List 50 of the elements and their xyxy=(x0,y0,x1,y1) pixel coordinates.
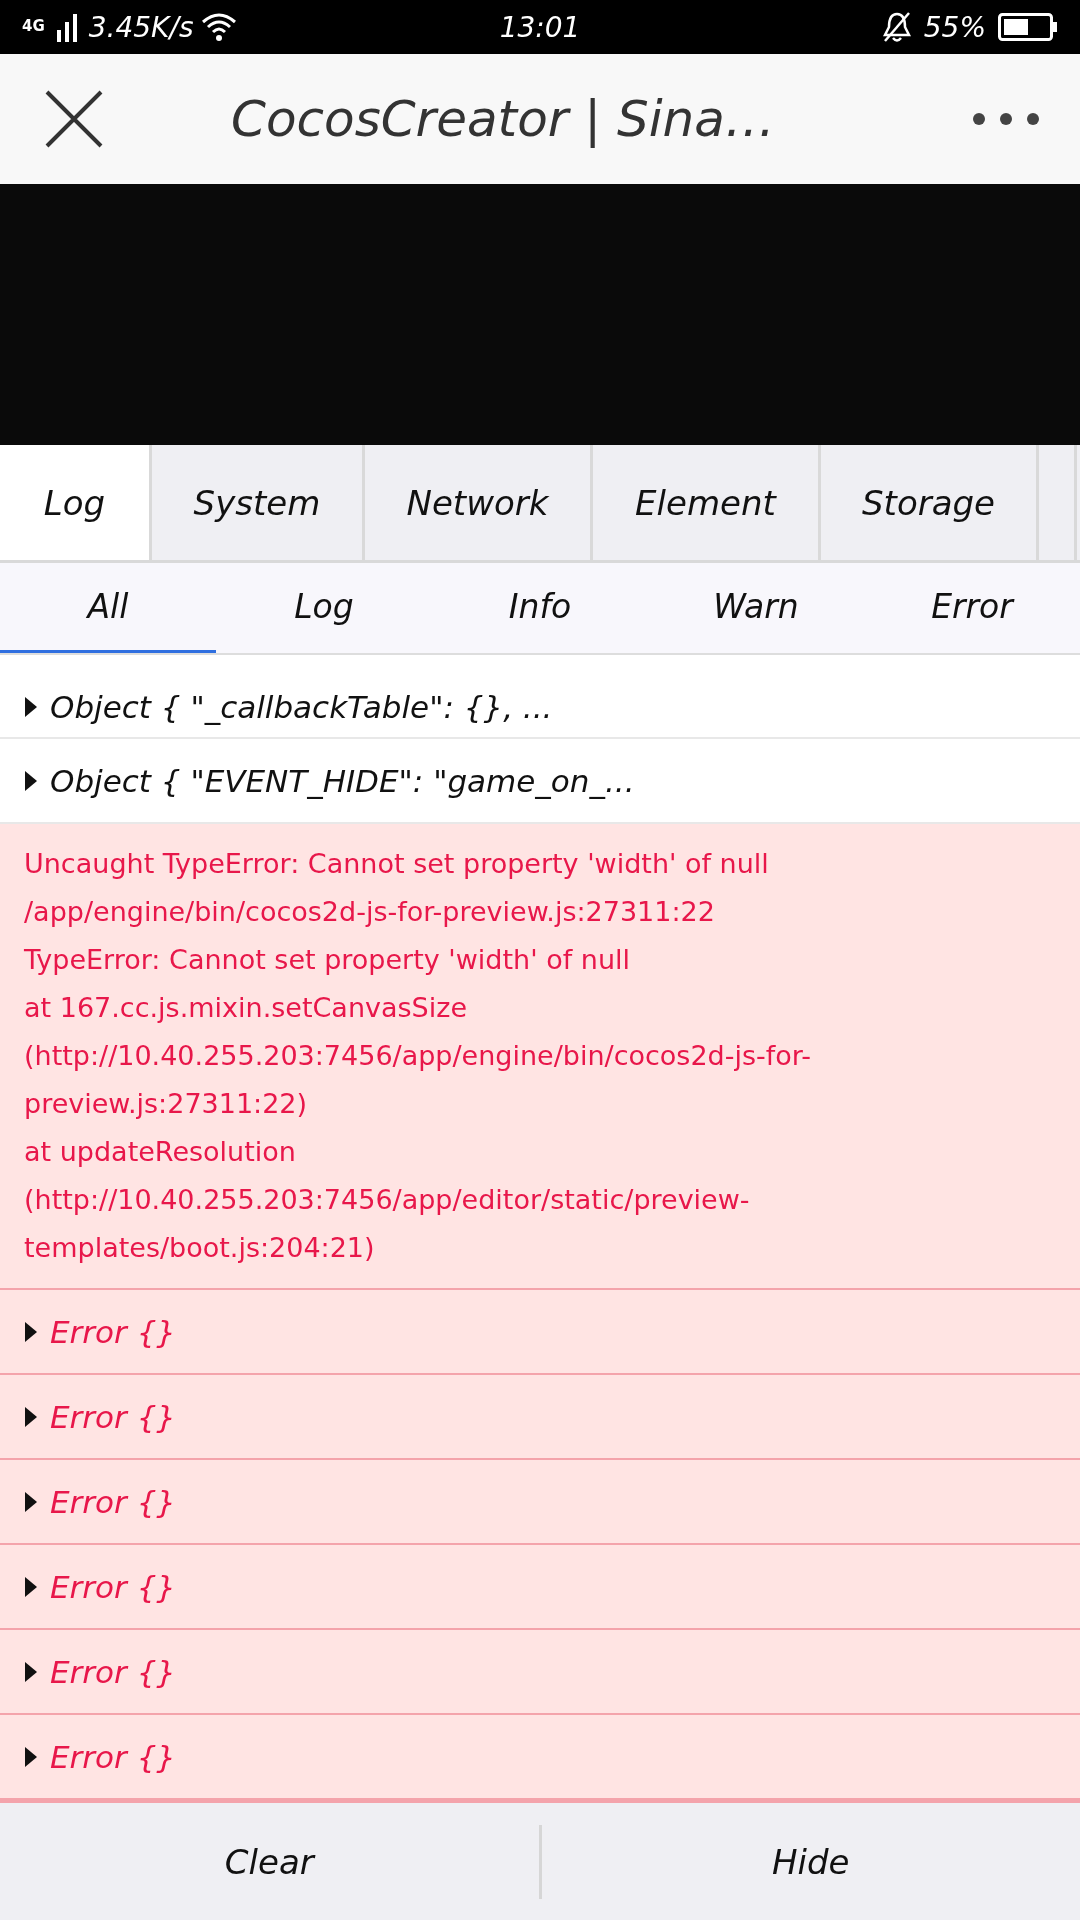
log-text: TypeError: Cannot set property 'width' of null xyxy=(24,943,632,977)
error-entry[interactable]: Error {} xyxy=(0,1630,1080,1715)
caret-icon[interactable] xyxy=(24,1320,38,1343)
log-text: Uncaught TypeError: Cannot set property 'width' of null xyxy=(24,847,770,881)
log-text: /app/engine/bin/cocos2d-js-for-preview.js:27311:22 xyxy=(24,895,716,929)
filter-tab[interactable]: Info xyxy=(432,563,648,653)
log-text: Error {} xyxy=(50,1312,177,1352)
log-text: Object { "EVENT_HIDE": "game_on_... xyxy=(50,761,635,801)
close-icon[interactable] xyxy=(44,89,104,149)
error-entry[interactable]: Error {} xyxy=(0,1375,1080,1460)
page-title: CocosCreator | Sina… xyxy=(230,90,776,148)
wifi-icon xyxy=(201,12,238,42)
more-icon[interactable] xyxy=(972,112,1040,126)
battery-percent: 55% xyxy=(923,10,986,44)
error-entry[interactable]: Error {} xyxy=(0,1290,1080,1375)
filter-tab[interactable]: Warn xyxy=(648,563,864,653)
log-text: Error {} xyxy=(50,1652,177,1692)
log-text: preview.js:27311:22) xyxy=(24,1087,309,1121)
caret-icon[interactable] xyxy=(24,1575,38,1598)
log-text: at 167.cc.js.mixin.setCanvasSize xyxy=(24,991,469,1025)
caret-icon[interactable] xyxy=(24,1490,38,1513)
filter-tab[interactable]: Log xyxy=(216,563,432,653)
filter-tab[interactable]: Error xyxy=(864,563,1080,653)
footer-button[interactable]: Hide xyxy=(541,1803,1080,1920)
network-type: 4G xyxy=(22,16,45,35)
log-text: Error {} xyxy=(50,1567,177,1607)
caret-icon[interactable] xyxy=(24,695,38,718)
tab[interactable]: Log xyxy=(0,445,152,560)
log-text: Error {} xyxy=(50,1482,177,1522)
log-text: Object { "_callbackTable": {}, ... xyxy=(50,687,553,727)
caret-icon[interactable] xyxy=(24,1405,38,1428)
caret-icon[interactable] xyxy=(24,1660,38,1683)
bell-off-icon xyxy=(881,11,912,43)
log-text: (http://10.40.255.203:7456/app/engine/bin/cocos2d-js-for- xyxy=(24,1039,812,1073)
log-text: Error {} xyxy=(50,1737,177,1777)
log-text: (http://10.40.255.203:7456/app/editor/static/preview- xyxy=(24,1183,751,1217)
footer-button[interactable]: Clear xyxy=(0,1803,539,1920)
error-entry[interactable]: Error {} xyxy=(0,1545,1080,1630)
network-speed: 3.45K/s xyxy=(88,10,194,44)
error-entry[interactable]: Error {} xyxy=(0,1460,1080,1545)
caret-icon[interactable] xyxy=(24,1745,38,1768)
log-text: templates/boot.js:204:21) xyxy=(24,1231,376,1265)
caret-icon[interactable] xyxy=(24,769,38,792)
filter-tab[interactable]: All xyxy=(0,563,216,653)
clock: 13:01 xyxy=(498,10,582,44)
log-text: at updateResolution xyxy=(24,1135,297,1169)
error-entry[interactable] xyxy=(0,824,1080,1290)
log-text: Error {} xyxy=(50,1397,177,1437)
error-entry[interactable]: Error {} xyxy=(0,1715,1080,1800)
battery-icon xyxy=(998,13,1058,41)
